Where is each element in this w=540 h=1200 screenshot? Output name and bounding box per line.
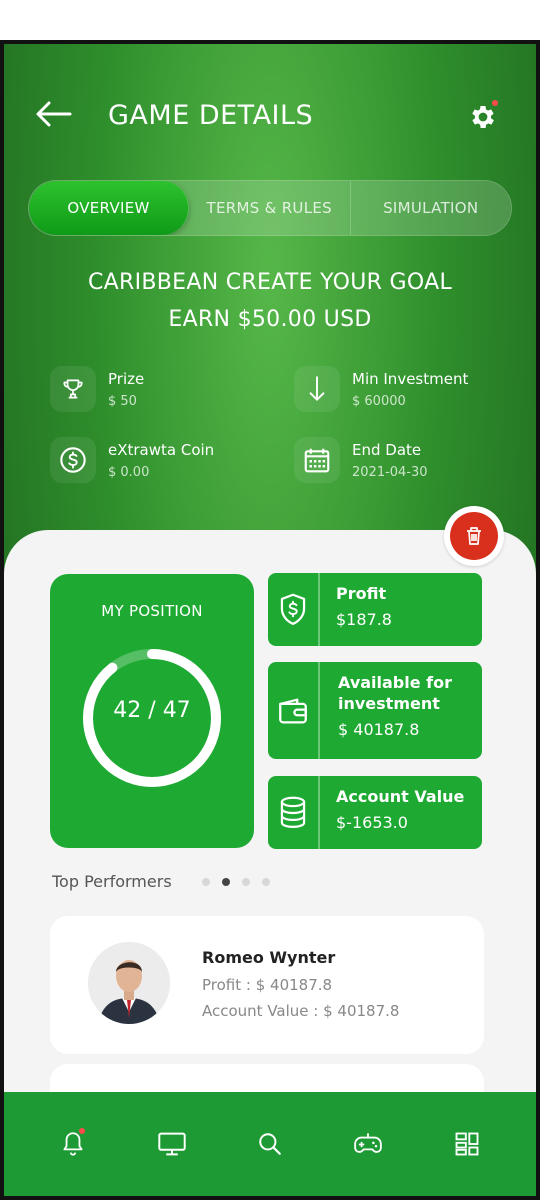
- headline-line-2: EARN $50.00 USD: [168, 307, 372, 332]
- arrow-left-icon: [36, 101, 72, 127]
- info-coin: eXtrawta Coin $ 0.00: [50, 437, 214, 483]
- bell-icon: [63, 1132, 83, 1156]
- account-value-label: Account Value: [336, 787, 465, 806]
- prize-label: Prize: [108, 369, 145, 388]
- profit-card: Profit $187.8: [268, 573, 482, 646]
- account-value-card: Account Value $-1653.0: [268, 776, 482, 849]
- coin-value: $ 0.00: [108, 464, 150, 480]
- trash-icon: [467, 527, 481, 545]
- performer-name: Romeo Wynter: [202, 948, 336, 967]
- info-min-investment: Min Investment $ 60000: [294, 366, 468, 412]
- nav-notifications[interactable]: [53, 1124, 93, 1164]
- performer-profit: Profit : $ 40187.8: [202, 976, 333, 994]
- nav-dashboard[interactable]: [447, 1124, 487, 1164]
- carousel-dot[interactable]: [202, 878, 210, 886]
- monitor-icon: [157, 1132, 186, 1156]
- nav-monitor[interactable]: [152, 1124, 192, 1164]
- device-frame: GAME DETAILS OVERVIEW TERMS & RULES SIMU…: [0, 40, 540, 1200]
- wallet-icon: [268, 662, 320, 759]
- notification-dot: [492, 100, 498, 106]
- carousel-dot-active[interactable]: [222, 878, 230, 886]
- profit-label: Profit: [336, 584, 387, 603]
- arrow-down-icon: [294, 366, 340, 412]
- available-card: Available for investment $ 40187.8: [268, 662, 482, 759]
- headline-line-1: CARIBBEAN CREATE YOUR GOAL: [87, 270, 452, 295]
- profit-value: $187.8: [336, 610, 392, 629]
- delete-button[interactable]: [444, 506, 504, 566]
- end-date-label: End Date: [352, 440, 422, 459]
- performer-card[interactable]: Romeo Wynter Profit : $ 40187.8 Account …: [50, 916, 484, 1054]
- bottom-nav: [4, 1092, 536, 1196]
- delete-button-inner: [450, 512, 498, 560]
- prize-value: $ 50: [108, 393, 137, 409]
- available-label: Available for investment: [338, 673, 453, 713]
- nav-games[interactable]: [348, 1124, 388, 1164]
- tab-overview[interactable]: OVERVIEW: [29, 181, 189, 235]
- coin-stack-icon: [268, 776, 320, 849]
- game-headline: CARIBBEAN CREATE YOUR GOAL EARN $50.00 U…: [4, 264, 536, 338]
- app-screen: GAME DETAILS OVERVIEW TERMS & RULES SIMU…: [4, 44, 536, 1196]
- nav-search[interactable]: [250, 1124, 290, 1164]
- search-icon: [259, 1133, 281, 1155]
- coin-label: eXtrawta Coin: [108, 440, 215, 459]
- my-position-title: MY POSITION: [101, 602, 203, 620]
- avatar: [88, 942, 170, 1024]
- gamepad-icon: [354, 1133, 383, 1153]
- dollar-coin-icon: [50, 437, 96, 483]
- dashboard-icon: [455, 1132, 479, 1156]
- carousel-dot[interactable]: [262, 878, 270, 886]
- account-value-value: $-1653.0: [336, 813, 408, 832]
- gear-icon: [472, 106, 494, 128]
- tab-bar: OVERVIEW TERMS & RULES SIMULATION: [28, 180, 512, 236]
- carousel-dots: [202, 878, 270, 886]
- tab-simulation[interactable]: SIMULATION: [351, 181, 512, 235]
- shield-dollar-icon: [268, 573, 320, 646]
- page-title: GAME DETAILS: [108, 100, 314, 131]
- settings-button[interactable]: [468, 100, 498, 132]
- tab-terms-rules[interactable]: TERMS & RULES: [189, 181, 351, 235]
- info-prize: Prize $ 50: [50, 366, 144, 412]
- my-position-card: MY POSITION 42 / 47: [50, 574, 254, 848]
- trophy-icon: [50, 366, 96, 412]
- top-performers-title: Top Performers: [52, 872, 172, 891]
- calendar-icon: [294, 437, 340, 483]
- min-investment-label: Min Investment: [352, 369, 469, 388]
- available-value: $ 40187.8: [338, 720, 420, 739]
- min-investment-value: $ 60000: [352, 393, 406, 409]
- performer-account-value: Account Value : $ 40187.8: [202, 1002, 400, 1020]
- my-position-value: 42 / 47: [113, 698, 191, 723]
- back-button[interactable]: [34, 99, 74, 129]
- end-date-value: 2021-04-30: [352, 464, 428, 480]
- info-end-date: End Date 2021-04-30: [294, 437, 428, 483]
- carousel-dot[interactable]: [242, 878, 250, 886]
